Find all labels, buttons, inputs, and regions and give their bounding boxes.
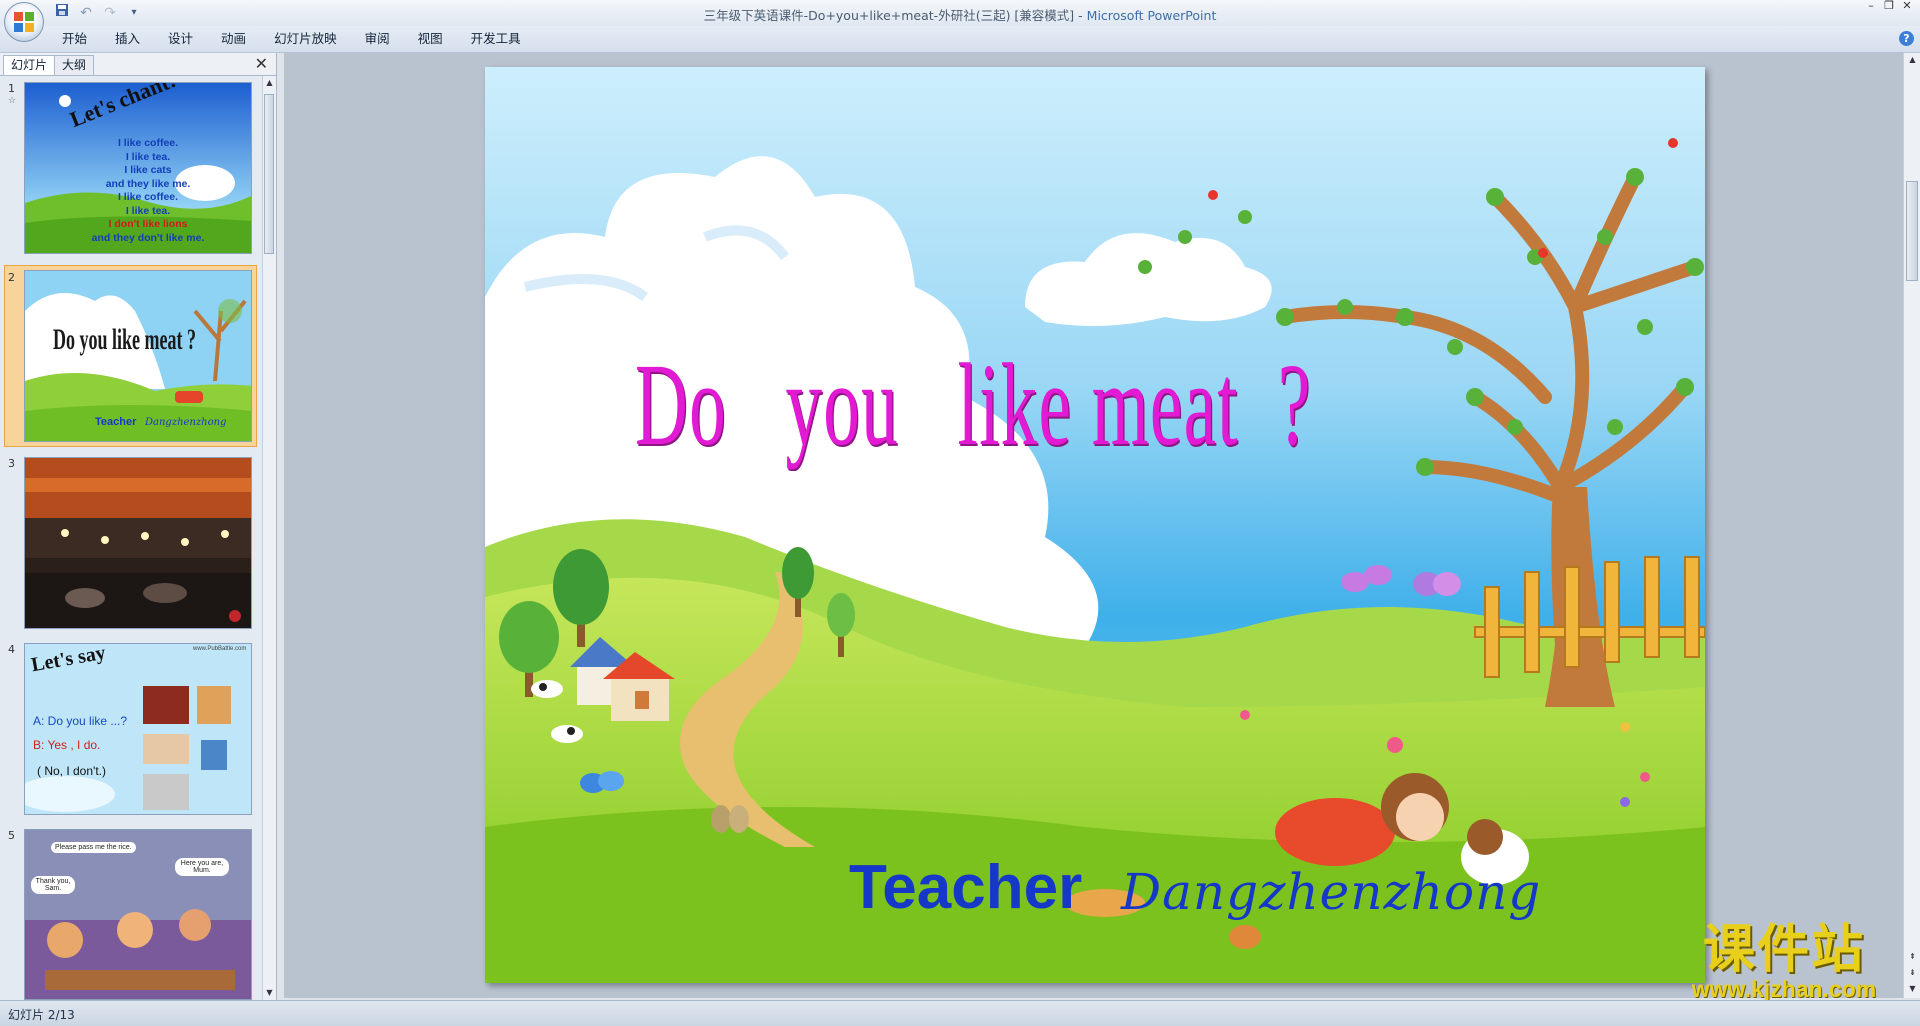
slide-title[interactable]: Do you like meat ? <box>635 337 1312 473</box>
thumb-1-line: I don't like lions <box>108 218 188 230</box>
scroll-down-arrow-icon[interactable]: ▼ <box>263 986 276 1000</box>
thumb-1-line: I like coffee. <box>117 191 179 203</box>
help-icon[interactable]: ? <box>1899 31 1914 46</box>
thumb-4-line: B: Yes , I do. <box>33 738 101 752</box>
animation-star-icon: ☆ <box>8 96 17 106</box>
tab-review[interactable]: 审阅 <box>351 26 404 52</box>
tab-animations[interactable]: 动画 <box>207 26 260 52</box>
next-slide-icon[interactable]: ⇟ <box>1904 966 1920 980</box>
ribbon: 开始 插入 设计 动画 幻灯片放映 审阅 视图 开发工具 ? <box>0 26 1920 53</box>
slide-thumbnail-2[interactable]: Do you like meat ? Teacher Dangzhenzhong <box>24 270 252 442</box>
thumb-4-line: ( No, I don't.) <box>37 764 106 778</box>
slide-number: 2 <box>8 271 15 284</box>
panel-tabs: 幻灯片 大纲 ✕ <box>0 53 276 76</box>
thumb-5-bubble: Here you are, Mum. <box>175 858 229 876</box>
thumb-2-name: Dangzhenzhong <box>145 417 227 428</box>
restaurant-photo <box>25 458 251 628</box>
scrollbar-handle[interactable] <box>264 94 274 254</box>
thumb-1-line: I like tea. <box>125 204 171 217</box>
scroll-up-arrow-icon[interactable]: ▲ <box>1904 53 1920 67</box>
slide-number: 1 <box>8 82 15 95</box>
slide-edit-area: Do you like meat ? Teacher Dangzhenzhong <box>284 53 1903 998</box>
thumb-1-line: I like cats <box>124 164 172 176</box>
tab-view[interactable]: 视图 <box>404 26 457 52</box>
slide-scrollbar[interactable]: ▲ ⇞ ⇟ ▼ <box>1903 53 1920 998</box>
thumb-5-bubble: Thank you, Sam. <box>31 876 75 894</box>
slide-number: 3 <box>8 457 15 470</box>
minimize-icon[interactable]: – <box>1862 0 1880 14</box>
current-slide[interactable]: Do you like meat ? Teacher Dangzhenzhong <box>485 67 1705 983</box>
close-icon[interactable]: ✕ <box>1898 0 1916 14</box>
thumbnail-scrollbar[interactable]: ▲ ▼ <box>262 76 276 1000</box>
tab-insert[interactable]: 插入 <box>101 26 154 52</box>
tab-developer[interactable]: 开发工具 <box>457 26 535 52</box>
thumb-4-site: www.PubBattle.com <box>193 646 247 652</box>
scroll-down-arrow-icon[interactable]: ▼ <box>1904 982 1920 996</box>
title-separator: - <box>1074 8 1087 23</box>
slide-thumbnail-5[interactable]: Please pass me the rice. Here you are, M… <box>24 829 252 1000</box>
thumb-2-teacher: Teacher <box>95 416 137 428</box>
ribbon-tabs: 开始 插入 设计 动画 幻灯片放映 审阅 视图 开发工具 <box>48 26 535 52</box>
restore-icon[interactable]: ❐ <box>1880 0 1898 14</box>
slide-thumbnail-4[interactable]: Let's say www.PubBattle.com A: Do you li… <box>24 643 252 815</box>
thumb-4-line: A: Do you like ...? <box>33 714 128 728</box>
scrollbar-handle[interactable] <box>1906 181 1918 281</box>
office-logo-icon <box>14 12 34 32</box>
slide-thumbnail-3[interactable] <box>24 457 252 629</box>
thumb-1-text: I like coffee. I like tea. I like cats a… <box>73 137 223 245</box>
close-panel-icon[interactable]: ✕ <box>255 53 268 75</box>
slide-number: 4 <box>8 643 15 656</box>
site-watermark: 课件站 www.kjzhan.com <box>1668 922 1900 1002</box>
scroll-up-arrow-icon[interactable]: ▲ <box>263 76 276 90</box>
tab-home[interactable]: 开始 <box>48 26 101 52</box>
window-controls: – ❐ ✕ <box>1862 0 1916 14</box>
slide-counter: 幻灯片 2/13 <box>8 1008 75 1022</box>
slide-background-illustration <box>485 67 1705 983</box>
teacher-name[interactable]: Dangzhenzhong <box>1121 863 1541 921</box>
previous-slide-icon[interactable]: ⇞ <box>1904 950 1920 964</box>
watermark-url: www.kjzhan.com <box>1691 976 1877 1002</box>
thumb-1-line: I like coffee. <box>117 137 179 149</box>
document-title: 三年级下英语课件-Do+you+like+meat-外研社(三起) [兼容模式] <box>703 8 1075 23</box>
status-bar: 幻灯片 2/13 <box>0 1000 1920 1026</box>
slide-thumbnail-1[interactable]: Let's chant! I like coffee. I like tea. … <box>24 82 252 254</box>
thumb-5-bubble: Please pass me the rice. <box>51 842 136 853</box>
teacher-label[interactable]: Teacher <box>849 852 1082 923</box>
tab-slideshow[interactable]: 幻灯片放映 <box>260 26 351 52</box>
application-name: Microsoft PowerPoint <box>1086 8 1217 23</box>
slide-thumbnails: 1 ☆ Let's chant! I like coffee. I like t… <box>0 76 262 1000</box>
slide-number: 5 <box>8 829 15 842</box>
slides-panel: 幻灯片 大纲 ✕ 1 ☆ Let's chant! I like coffee.… <box>0 53 277 1000</box>
window-title: 三年级下英语课件-Do+you+like+meat-外研社(三起) [兼容模式]… <box>0 5 1920 24</box>
thumb-1-line: I like tea. <box>125 150 171 163</box>
thumb-2-title: Do you like meat ? <box>53 323 196 356</box>
thumb-1-line: and they don't like me. <box>91 231 205 244</box>
office-button[interactable] <box>4 2 44 42</box>
tab-slides[interactable]: 幻灯片 <box>3 55 56 75</box>
title-bar: ↶ ↷ ▾ 三年级下英语课件-Do+you+like+meat-外研社(三起) … <box>0 0 1920 42</box>
thumb-1-line: and they like me. <box>105 177 191 190</box>
watermark-brand: 课件站 <box>1702 920 1865 980</box>
tab-design[interactable]: 设计 <box>154 26 207 52</box>
tab-outline[interactable]: 大纲 <box>54 55 95 75</box>
